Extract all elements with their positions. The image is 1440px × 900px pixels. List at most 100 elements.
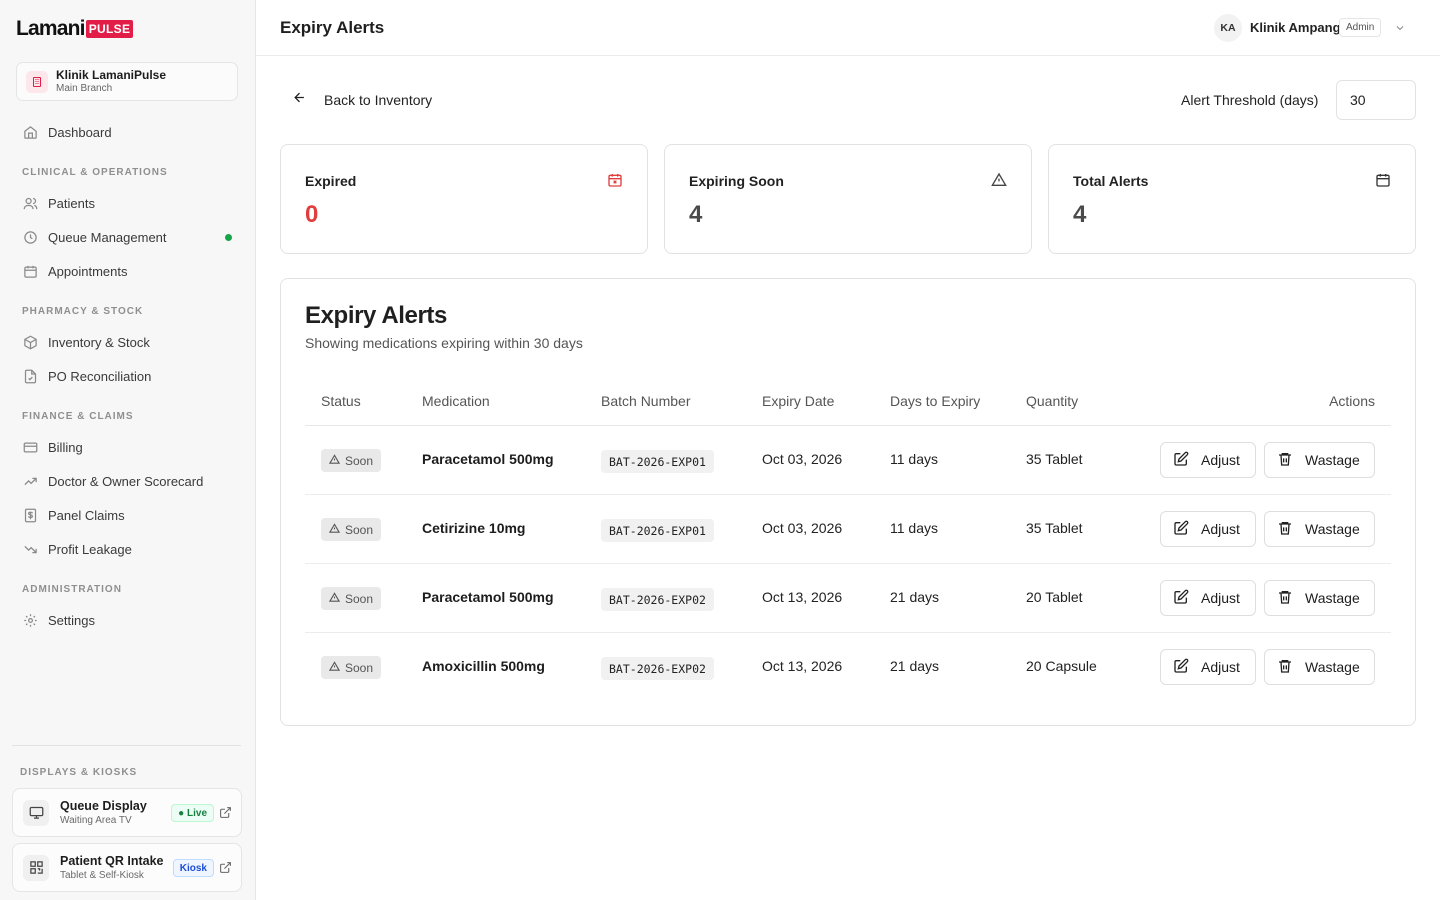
warning-triangle-icon: [328, 660, 341, 675]
edit-icon: [1173, 520, 1189, 539]
adjust-label: Adjust: [1201, 452, 1240, 468]
adjust-button[interactable]: Adjust: [1160, 511, 1256, 547]
batch-number: BAT-2026-EXP01: [601, 519, 714, 542]
nav-section-pharmacy: PHARMACY & STOCK: [22, 306, 144, 317]
adjust-button[interactable]: Adjust: [1160, 580, 1256, 616]
sidebar-item-appointments[interactable]: Appointments: [16, 257, 240, 285]
avatar[interactable]: KA: [1214, 14, 1242, 42]
stat-card-total-alerts: Total Alerts 4: [1048, 144, 1416, 254]
status-label: Soon: [345, 591, 374, 606]
sidebar-item-label: Inventory & Stock: [48, 334, 150, 350]
sidebar-item-label: Dashboard: [48, 124, 112, 140]
expiry-date: Oct 13, 2026: [762, 589, 843, 605]
brand-logo[interactable]: Lamani PULSE: [16, 17, 134, 40]
table-row: Soon Paracetamol 500mg BAT-2026-EXP01 Oc…: [305, 426, 1391, 495]
sidebar-item-po-reconciliation[interactable]: PO Reconciliation: [16, 362, 240, 390]
wastage-label: Wastage: [1305, 590, 1360, 606]
sidebar-item-label: Billing: [48, 439, 83, 455]
gear-icon: [22, 612, 38, 628]
page-title: Expiry Alerts: [280, 18, 385, 37]
table-row: Soon Amoxicillin 500mg BAT-2026-EXP02 Oc…: [305, 633, 1391, 702]
sidebar-item-dashboard[interactable]: Dashboard: [16, 118, 240, 146]
table-header-row: Status Medication Batch Number Expiry Da…: [305, 379, 1391, 426]
adjust-button[interactable]: Adjust: [1160, 649, 1256, 685]
trash-icon: [1277, 520, 1293, 539]
table-row: Soon Cetirizine 10mg BAT-2026-EXP01 Oct …: [305, 495, 1391, 564]
edit-icon: [1173, 451, 1189, 470]
wastage-button[interactable]: Wastage: [1264, 442, 1375, 478]
stat-value: 4: [689, 201, 703, 228]
edit-icon: [1173, 589, 1189, 608]
adjust-label: Adjust: [1201, 659, 1240, 675]
days-to-expiry: 21 days: [890, 589, 940, 605]
quantity: 35 Tablet: [1026, 520, 1083, 536]
wastage-button[interactable]: Wastage: [1264, 649, 1375, 685]
warning-triangle-icon: [328, 453, 341, 468]
days-to-expiry: 11 days: [890, 451, 938, 467]
chevron-down-icon[interactable]: [1394, 21, 1406, 33]
medication-name: Amoxicillin 500mg: [422, 658, 545, 674]
status-badge: Soon: [321, 449, 382, 472]
medication-name: Paracetamol 500mg: [422, 589, 554, 605]
stat-value: 0: [305, 201, 319, 228]
wastage-label: Wastage: [1305, 521, 1360, 537]
calendar-icon: [1375, 172, 1391, 188]
sidebar-item-queue[interactable]: Queue Management: [16, 223, 240, 251]
package-icon: [22, 334, 38, 350]
external-link-icon[interactable]: [219, 861, 232, 874]
stat-value: 4: [1073, 201, 1087, 228]
stat-card-expired: Expired 0: [280, 144, 648, 254]
clinic-switcher[interactable]: Klinik LamaniPulse Main Branch: [16, 62, 238, 101]
clinic-branch: Main Branch: [56, 83, 113, 94]
stat-label: Expired: [305, 173, 357, 189]
expiry-alerts-table-card: Expiry Alerts Showing medications expiri…: [280, 278, 1416, 726]
status-badge: Soon: [321, 656, 382, 679]
sidebar-item-panel-claims[interactable]: Panel Claims: [16, 501, 240, 529]
sidebar-item-patients[interactable]: Patients: [16, 189, 240, 217]
credit-card-icon: [22, 439, 38, 455]
stat-label: Total Alerts: [1073, 173, 1149, 189]
column-header-batch: Batch Number: [601, 393, 691, 409]
brand-badge: PULSE: [85, 20, 134, 38]
sidebar-item-label: Doctor & Owner Scorecard: [48, 473, 204, 489]
threshold-input[interactable]: [1336, 80, 1416, 120]
sidebar-item-billing[interactable]: Billing: [16, 433, 240, 461]
kiosk-subtitle: Waiting Area TV: [60, 814, 132, 826]
user-name[interactable]: Klinik Ampang: [1250, 20, 1341, 35]
trash-icon: [1277, 658, 1293, 677]
days-to-expiry: 21 days: [890, 658, 940, 674]
sidebar-item-inventory[interactable]: Inventory & Stock: [16, 328, 240, 356]
kiosk-card-qr-intake[interactable]: Patient QR Intake Tablet & Self-Kiosk Ki…: [12, 843, 242, 892]
status-badge: Soon: [321, 518, 382, 541]
batch-number: BAT-2026-EXP01: [601, 450, 714, 473]
clinic-name: Klinik LamaniPulse: [56, 68, 167, 82]
warning-triangle-icon: [328, 591, 341, 606]
status-badge: Soon: [321, 587, 382, 610]
sidebar: Lamani PULSE Klinik LamaniPulse Main Bra…: [0, 0, 256, 900]
kiosk-card-queue-display[interactable]: Queue Display Waiting Area TV ● Live: [12, 788, 242, 837]
nav-section-displays: DISPLAYS & KIOSKS: [20, 767, 138, 778]
wastage-button[interactable]: Wastage: [1264, 511, 1375, 547]
adjust-button[interactable]: Adjust: [1160, 442, 1256, 478]
receipt-dollar-icon: [22, 507, 38, 523]
column-header-days: Days to Expiry: [890, 393, 981, 409]
status-label: Soon: [345, 453, 374, 468]
wastage-button[interactable]: Wastage: [1264, 580, 1375, 616]
column-header-quantity: Quantity: [1026, 393, 1079, 409]
wastage-label: Wastage: [1305, 452, 1360, 468]
status-label: Soon: [345, 522, 374, 537]
kiosk-badge: Kiosk: [172, 859, 214, 877]
sidebar-item-profit-leakage[interactable]: Profit Leakage: [16, 535, 240, 563]
sidebar-item-settings[interactable]: Settings: [16, 606, 240, 634]
trending-up-icon: [22, 473, 38, 489]
sidebar-item-scorecard[interactable]: Doctor & Owner Scorecard: [16, 467, 240, 495]
column-header-medication: Medication: [422, 393, 490, 409]
back-to-inventory-link[interactable]: Back to Inventory: [292, 90, 432, 110]
sidebar-divider: [12, 745, 241, 746]
file-check-icon: [22, 368, 38, 384]
building-icon: [26, 70, 48, 93]
nav-section-admin: ADMINISTRATION: [22, 584, 122, 595]
status-label: Soon: [345, 660, 374, 675]
external-link-icon[interactable]: [219, 806, 232, 819]
trash-icon: [1277, 451, 1293, 470]
